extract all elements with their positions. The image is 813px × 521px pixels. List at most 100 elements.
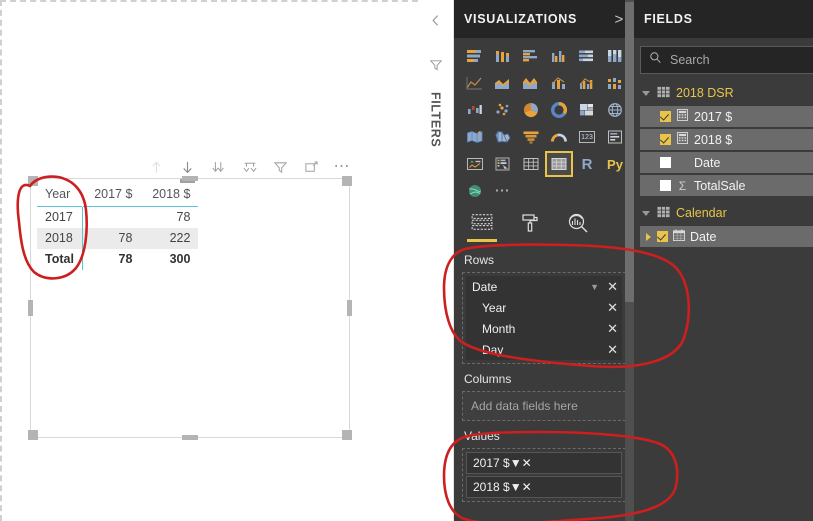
fields-table-2018-dsr[interactable]: 2018 DSR [640,82,813,104]
card-icon[interactable]: 123 [574,125,600,149]
field-item-calendar-date[interactable]: Date [640,226,813,247]
table-row[interactable]: 2018 78 222 [37,228,199,249]
visualizations-pane[interactable]: VISUALIZATIONS > 123 R Py ⋯ Rows Date ▼ … [454,0,634,521]
filter-icon[interactable] [429,58,443,77]
visual-pane-tabs[interactable] [464,205,634,245]
rows-chip-month[interactable]: Month ✕ [466,318,622,339]
resize-handle-top[interactable] [182,176,198,181]
resize-handle-bottom-left[interactable] [28,430,38,440]
100-stacked-bar-chart-icon[interactable] [574,44,600,68]
area-chart-icon[interactable] [490,71,516,95]
expand-all-icon[interactable] [210,159,227,176]
drill-down-icon[interactable] [179,159,196,183]
matrix-cell[interactable] [82,207,140,229]
fields-tree[interactable]: 2018 DSR 2017 $ 2018 $ Date Σ TotalSale … [634,78,813,247]
remove-field-icon[interactable]: ✕ [607,301,618,314]
slicer-icon[interactable] [490,152,516,176]
funnel-icon[interactable] [518,125,544,149]
treemap-icon[interactable] [574,98,600,122]
collapse-chevron-icon[interactable] [429,14,442,32]
matrix-row-label[interactable]: 2017 [37,206,83,228]
fields-table-calendar[interactable]: Calendar [640,202,813,224]
clustered-column-chart-icon[interactable] [546,44,572,68]
remove-field-icon[interactable]: ✕ [607,322,618,335]
focus-mode-icon[interactable] [303,159,320,176]
matrix-cell[interactable]: 78 [140,207,198,229]
chevron-right-icon[interactable] [646,232,651,241]
remove-field-icon[interactable]: ✕ [522,480,532,494]
chevron-down-icon[interactable] [642,90,650,96]
matrix-cell[interactable]: 78 [82,228,141,249]
matrix-col-header-1[interactable]: 2017 $ [82,184,140,207]
table-row[interactable]: 2017 78 [37,206,198,229]
matrix-visual-container[interactable]: Year 2017 $ 2018 $ 2017 78 2018 78 222 T… [28,176,352,440]
field-item-2018[interactable]: 2018 $ [640,129,813,150]
clustered-bar-chart-icon[interactable] [518,44,544,68]
chevron-down-icon[interactable] [642,210,650,216]
visualizations-pane-scrollbar[interactable] [625,0,634,521]
fields-tab[interactable] [467,210,497,242]
line-chart-icon[interactable] [462,71,488,95]
stacked-bar-chart-icon[interactable] [462,44,488,68]
resize-handle-bottom-right[interactable] [342,430,352,440]
shape-map-icon[interactable] [490,125,516,149]
resize-handle-bottom[interactable] [182,435,198,440]
chevron-down-icon[interactable]: ▼ [510,480,522,494]
stacked-area-chart-icon[interactable] [518,71,544,95]
field-item-2017[interactable]: 2017 $ [640,106,813,127]
remove-field-icon[interactable]: ✕ [522,456,532,470]
search-input[interactable] [670,53,813,67]
field-checkbox[interactable] [660,111,671,122]
kpi-icon[interactable] [462,152,488,176]
matrix-col-header-0[interactable]: Year [37,184,82,207]
resize-handle-top-right[interactable] [342,176,352,186]
filters-pane-collapsed[interactable]: FILTERS [418,0,454,521]
analytics-tab[interactable] [564,210,592,240]
visual-type-gallery[interactable]: 123 R Py ⋯ [454,38,634,205]
chevron-down-icon[interactable]: ▼ [510,456,522,470]
format-tab[interactable] [516,210,544,240]
fields-pane[interactable]: FIELDS > 2018 DSR [634,0,813,521]
chevron-down-icon[interactable]: ▼ [590,282,599,292]
matrix-cell[interactable]: 222 [140,228,199,249]
field-item-date[interactable]: Date [640,152,813,173]
matrix-total-cell[interactable]: 78 [82,249,140,270]
table-row-total[interactable]: Total 78 300 [37,249,198,270]
visual-header-toolbar[interactable]: ⋯ [148,155,353,183]
gauge-icon[interactable] [546,125,572,149]
drill-up-icon[interactable] [148,159,165,176]
pie-chart-icon[interactable] [518,98,544,122]
matrix-total-cell[interactable]: 300 [140,249,198,270]
filter-icon[interactable] [272,159,289,176]
matrix-icon[interactable] [545,151,573,177]
remove-field-icon[interactable]: ✕ [607,343,618,356]
field-checkbox[interactable] [657,231,668,242]
matrix-total-label[interactable]: Total [37,249,83,270]
rows-chip-date[interactable]: Date ▼ ✕ [466,276,622,297]
r-script-visual-icon[interactable]: R [574,152,600,176]
resize-handle-top-left[interactable] [28,176,38,186]
values-chip-2017[interactable]: 2017 $ ▼ ✕ [466,452,622,474]
scatter-chart-icon[interactable] [490,98,516,122]
field-checkbox[interactable] [660,180,671,191]
values-well-dropzone[interactable]: 2017 $ ▼ ✕ 2018 $ ▼ ✕ [462,448,626,502]
line-clustered-column-chart-icon[interactable] [574,71,600,95]
table-icon[interactable] [518,152,544,176]
get-more-visuals-icon[interactable]: ⋯ [490,179,516,203]
go-to-next-level-icon[interactable] [241,159,258,176]
remove-field-icon[interactable]: ✕ [607,280,618,293]
scrollbar-thumb[interactable] [625,2,634,302]
waterfall-chart-icon[interactable] [462,98,488,122]
resize-handle-left[interactable] [28,300,33,316]
columns-well-dropzone[interactable]: Add data fields here [462,391,626,421]
filled-map-icon[interactable] [462,125,488,149]
arcgis-maps-icon[interactable] [462,179,488,203]
field-checkbox[interactable] [660,157,671,168]
rows-chip-year[interactable]: Year ✕ [466,297,622,318]
values-chip-2018[interactable]: 2018 $ ▼ ✕ [466,476,622,498]
matrix-col-header-2[interactable]: 2018 $ [140,184,198,207]
field-item-totalsale[interactable]: Σ TotalSale [640,175,813,196]
chevron-right-icon[interactable]: > [615,11,624,28]
rows-well-dropzone[interactable]: Date ▼ ✕ Year ✕ Month ✕ Day ✕ [462,272,626,364]
search-box[interactable] [640,46,813,74]
